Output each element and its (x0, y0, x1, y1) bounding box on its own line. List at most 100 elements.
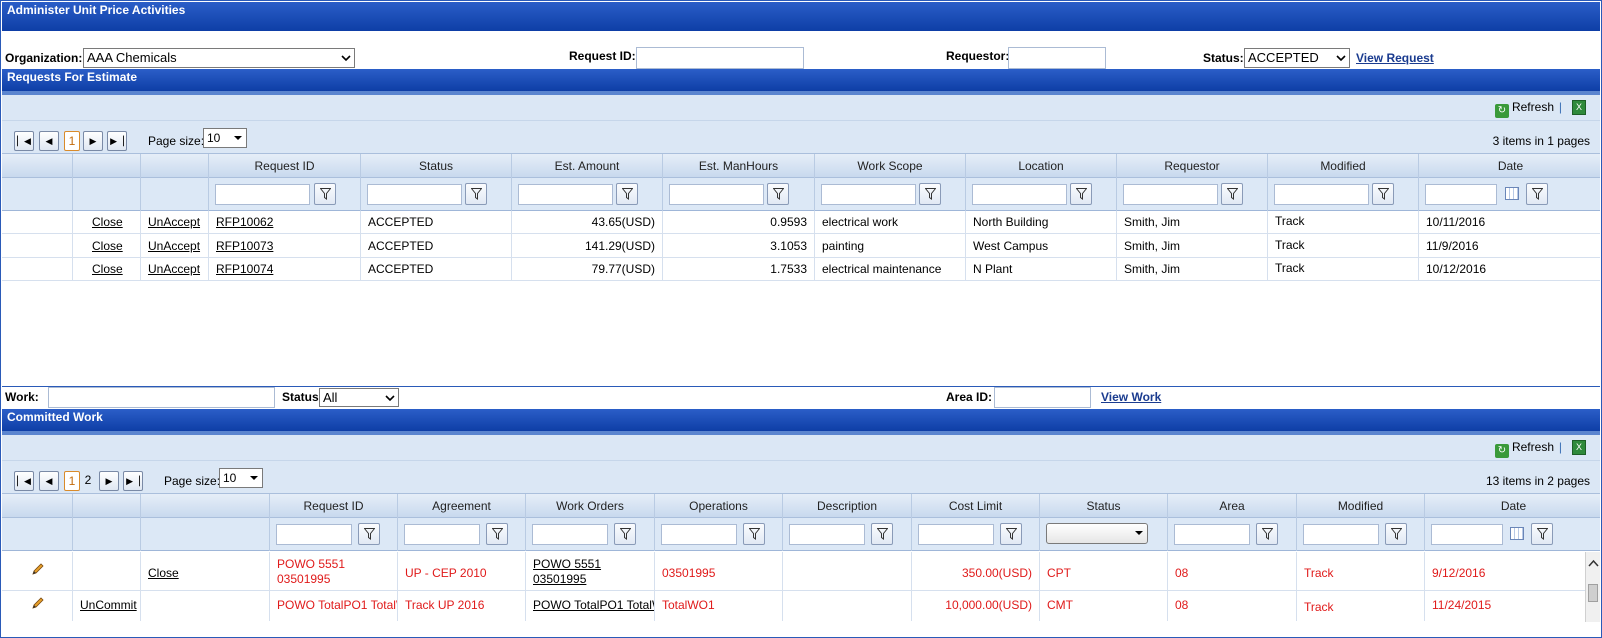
filter-icon[interactable] (358, 523, 380, 545)
filter-icon[interactable] (1531, 523, 1553, 545)
work-input[interactable] (48, 387, 275, 408)
modified-track-link[interactable]: Track (1267, 234, 1418, 258)
column-header-request-id[interactable]: Request ID (269, 494, 397, 519)
pencil-edit-icon[interactable] (31, 596, 45, 610)
next-page-icon[interactable]: ▶ (83, 131, 103, 151)
filter-input[interactable] (1174, 524, 1250, 545)
column-header-work-orders[interactable]: Work Orders (525, 494, 654, 519)
filter-input[interactable] (532, 524, 608, 545)
request-status-select[interactable]: ACCEPTED (1244, 48, 1350, 68)
organization-select[interactable]: AAA Chemicals (83, 48, 355, 68)
column-header-agreement[interactable]: Agreement (397, 494, 525, 519)
filter-input[interactable] (518, 184, 613, 205)
page-size-select[interactable]: 10 (203, 128, 247, 148)
page-number-current[interactable]: 1 (64, 471, 80, 491)
column-header-status[interactable]: Status (1039, 494, 1167, 519)
column-header-modified[interactable]: Modified (1296, 494, 1424, 519)
prev-page-icon[interactable]: ◀ (39, 131, 59, 151)
view-work-link[interactable]: View Work (1101, 390, 1161, 404)
column-header-request-id[interactable]: Request ID (208, 154, 360, 179)
filter-input[interactable] (789, 524, 865, 545)
filter-icon[interactable] (314, 183, 336, 205)
date-filter-input[interactable] (1425, 184, 1497, 205)
column-header-cost-limit[interactable]: Cost Limit (911, 494, 1039, 519)
filter-icon[interactable] (1385, 523, 1407, 545)
scroll-thumb[interactable] (1588, 584, 1598, 602)
filter-icon[interactable] (616, 183, 638, 205)
close-link[interactable]: Close (92, 215, 123, 229)
rfe-refresh-button[interactable]: ↻ Refresh (1494, 100, 1554, 118)
modified-track-link[interactable]: Track (1296, 552, 1424, 591)
filter-input[interactable] (972, 184, 1067, 205)
work-order-link[interactable]: POWO 5551 (533, 557, 647, 572)
close-link[interactable]: Close (92, 262, 123, 276)
export-excel-icon[interactable]: X (1572, 100, 1586, 115)
page-size-select[interactable]: 10 (219, 468, 263, 488)
close-link[interactable]: Close (92, 239, 123, 253)
modified-track-link[interactable]: Track (1267, 258, 1418, 281)
column-header-modified[interactable]: Modified (1267, 154, 1418, 179)
page-number-current[interactable]: 1 (64, 131, 80, 151)
filter-input[interactable] (821, 184, 916, 205)
modified-track-link[interactable]: Track (1296, 591, 1424, 621)
column-header-status[interactable]: Status (360, 154, 511, 179)
requestor-input[interactable] (1008, 47, 1106, 69)
filter-input[interactable] (404, 524, 480, 545)
column-header-date[interactable]: Date (1418, 154, 1602, 179)
filter-input[interactable] (367, 184, 462, 205)
column-header-area[interactable]: Area (1167, 494, 1296, 519)
filter-input[interactable] (1123, 184, 1218, 205)
filter-icon[interactable] (1256, 523, 1278, 545)
area-id-input[interactable] (994, 387, 1091, 408)
unaccept-link[interactable]: UnAccept (148, 215, 200, 229)
first-page-icon[interactable]: ▏◀ (14, 471, 34, 491)
last-page-icon[interactable]: ▶▕ (123, 471, 143, 491)
last-page-icon[interactable]: ▶▕ (107, 131, 127, 151)
committed-refresh-button[interactable]: ↻ Refresh (1494, 440, 1554, 458)
filter-input[interactable] (276, 524, 352, 545)
next-page-icon[interactable]: ▶ (99, 471, 119, 491)
work-status-select[interactable]: All (319, 388, 399, 407)
uncommit-link[interactable]: UnCommit (80, 598, 137, 612)
filter-icon[interactable] (1221, 183, 1243, 205)
column-header-requestor[interactable]: Requestor (1116, 154, 1267, 179)
modified-track-link[interactable]: Track (1267, 211, 1418, 234)
view-request-link[interactable]: View Request (1356, 51, 1434, 65)
filter-icon[interactable] (1372, 183, 1394, 205)
page-number-2[interactable]: 2 (80, 471, 96, 491)
column-header-est-amount[interactable]: Est. Amount (511, 154, 662, 179)
request-id-link[interactable]: RFP10062 (216, 215, 273, 229)
filter-input[interactable] (1274, 184, 1369, 205)
column-header-date[interactable]: Date (1424, 494, 1602, 519)
filter-icon[interactable] (743, 523, 765, 545)
close-link[interactable]: Close (148, 566, 179, 580)
column-header-location[interactable]: Location (965, 154, 1116, 179)
filter-icon[interactable] (614, 523, 636, 545)
filter-icon[interactable] (1526, 183, 1548, 205)
filter-input[interactable] (918, 524, 994, 545)
request-id-link[interactable]: RFP10074 (216, 262, 273, 276)
filter-icon[interactable] (486, 523, 508, 545)
filter-icon[interactable] (465, 183, 487, 205)
unaccept-link[interactable]: UnAccept (148, 262, 200, 276)
prev-page-icon[interactable]: ◀ (39, 471, 59, 491)
filter-input[interactable] (669, 184, 764, 205)
column-header-work-scope[interactable]: Work Scope (814, 154, 965, 179)
request-id-input[interactable] (636, 47, 804, 69)
work-order-link[interactable]: POWO TotalPO1 TotalW (533, 598, 654, 612)
scroll-up-icon[interactable] (1587, 558, 1600, 570)
filter-icon[interactable] (1000, 523, 1022, 545)
status-filter-dropdown[interactable] (1046, 523, 1148, 544)
vertical-scrollbar[interactable] (1585, 552, 1600, 622)
column-header-est-manhours[interactable]: Est. ManHours (662, 154, 814, 179)
first-page-icon[interactable]: ▏◀ (14, 131, 34, 151)
filter-icon[interactable] (1070, 183, 1092, 205)
unaccept-link[interactable]: UnAccept (148, 239, 200, 253)
request-id-link[interactable]: RFP10073 (216, 239, 273, 253)
filter-input[interactable] (661, 524, 737, 545)
work-order-link[interactable]: 03501995 (533, 572, 647, 587)
filter-icon[interactable] (919, 183, 941, 205)
filter-input[interactable] (1303, 524, 1379, 545)
filter-icon[interactable] (871, 523, 893, 545)
date-filter-input[interactable] (1431, 524, 1503, 545)
